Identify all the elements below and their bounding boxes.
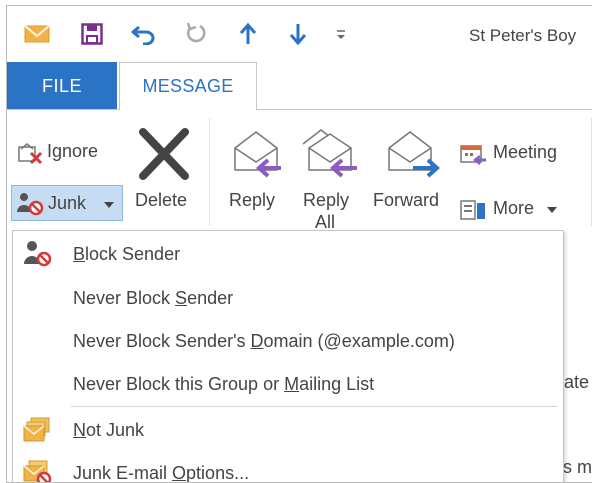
menu-item-junk-email-options[interactable]: Junk E-mail Options...: [13, 452, 563, 482]
ribbon: Ignore Junk Delete Reply Reply All Forwa…: [7, 110, 592, 232]
reply-label: Reply: [229, 190, 276, 210]
reply-all-button[interactable]: Reply All: [297, 124, 363, 232]
reply-all-icon: [302, 129, 357, 178]
tab-message[interactable]: MESSAGE: [119, 62, 257, 110]
meeting-label: Meeting: [493, 142, 558, 162]
not-junk-icon: [23, 417, 50, 442]
junk-label: Junk: [48, 193, 87, 213]
block-sender-icon: [24, 241, 52, 267]
menu-item-never-block-sender[interactable]: Never Block Sender: [13, 277, 563, 319]
undo-icon[interactable]: [129, 20, 159, 48]
title-bar: St Peter's Boy: [7, 6, 592, 62]
outlook-message-window: St Peter's Boy FILE MESSAGE Ignore Junk …: [6, 5, 592, 483]
junk-email-options-icon: [23, 460, 52, 482]
window-title: St Peter's Boy: [469, 26, 577, 45]
menu-separator: [71, 406, 557, 407]
forward-icon: [388, 131, 441, 178]
chevron-down-icon: [104, 202, 114, 208]
meeting-button[interactable]: Meeting: [459, 138, 589, 168]
ignore-icon: [18, 143, 43, 165]
reply-icon: [234, 131, 281, 178]
customize-toolbar-icon[interactable]: [331, 20, 351, 48]
ribbon-group-separator: [209, 118, 210, 226]
envelope-icon[interactable]: [21, 20, 53, 48]
more-button[interactable]: More: [459, 194, 569, 224]
menu-item-not-junk[interactable]: Not Junk: [13, 409, 563, 451]
redo-icon[interactable]: [181, 20, 211, 48]
forward-button[interactable]: Forward: [371, 124, 451, 224]
save-icon[interactable]: [77, 20, 107, 48]
reply-all-label-line1: Reply: [303, 190, 350, 210]
menu-item-never-block-domain[interactable]: Never Block Sender's Domain (@example.co…: [13, 320, 563, 362]
junk-people-icon: [17, 193, 44, 216]
next-item-down-arrow-icon[interactable]: [283, 20, 313, 48]
menu-item-block-sender[interactable]: Block Sender: [13, 233, 563, 275]
junk-dropdown-menu: Block Sender Never Block Sender Never Bl…: [12, 230, 564, 482]
meeting-calendar-icon: [460, 145, 486, 165]
more-label: More: [493, 198, 535, 218]
more-respond-icon: [460, 200, 485, 220]
delete-x-icon: [139, 128, 189, 180]
tab-file[interactable]: FILE: [7, 62, 117, 110]
previous-item-up-arrow-icon[interactable]: [233, 20, 263, 48]
chevron-down-icon: [547, 207, 557, 213]
ribbon-tabs: FILE MESSAGE: [7, 62, 592, 110]
menu-item-never-block-group[interactable]: Never Block this Group or Mailing List: [13, 363, 563, 405]
reply-button[interactable]: Reply: [223, 124, 287, 224]
ignore-label: Ignore: [47, 141, 99, 161]
ignore-button[interactable]: Ignore: [15, 138, 119, 168]
forward-label: Forward: [373, 190, 440, 210]
delete-label: Delete: [135, 190, 188, 210]
delete-button[interactable]: Delete: [129, 124, 201, 224]
junk-button[interactable]: Junk: [11, 185, 123, 221]
